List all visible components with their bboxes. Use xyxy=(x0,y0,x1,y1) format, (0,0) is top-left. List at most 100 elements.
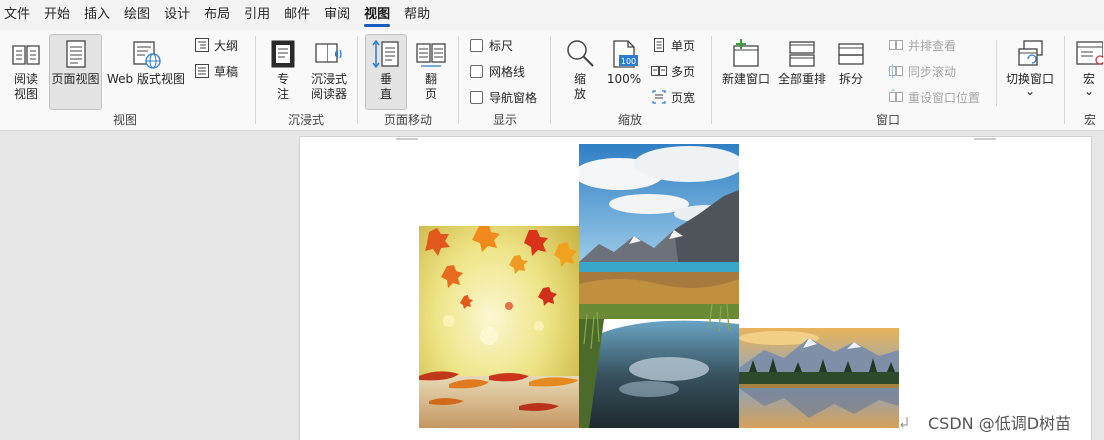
reset-window-position-button[interactable]: 重设窗口位置 xyxy=(888,86,980,108)
macros-icon xyxy=(1076,41,1103,65)
page-width-button[interactable]: 页宽 xyxy=(651,86,695,108)
arrange-all-label: 全部重排 xyxy=(777,72,826,86)
zoom-100-button[interactable]: 100 100% xyxy=(603,34,645,110)
magnifier-icon xyxy=(567,40,594,67)
ribbon: 阅读 视图 页面视图 Web 版式视图 大纲 草稿 视图 专 注 沉浸式 阅读器… xyxy=(0,30,1104,131)
vertical-scroll-icon xyxy=(372,39,399,69)
crop-mark xyxy=(974,138,996,140)
separator xyxy=(357,36,358,124)
menu-insert[interactable]: 插入 xyxy=(77,0,117,30)
book-icon xyxy=(12,45,40,65)
page-width-label: 页宽 xyxy=(671,90,696,105)
split-label: 拆分 xyxy=(838,72,863,86)
nav-pane-label: 导航窗格 xyxy=(489,90,538,105)
ruler-checkbox[interactable]: 标尺 xyxy=(470,34,513,56)
multiple-pages-icon xyxy=(651,66,667,76)
mountain-lake-graphic xyxy=(579,144,739,428)
vertical-button[interactable]: 垂 直 xyxy=(365,34,407,110)
immersive-reader-button[interactable]: 沉浸式 阅读器 xyxy=(306,34,352,110)
gridlines-checkbox[interactable]: 网格线 xyxy=(470,60,525,82)
new-window-button[interactable]: 新建窗口 xyxy=(719,34,773,110)
mountain-lake-image[interactable] xyxy=(579,144,739,428)
outline-button[interactable]: 大纲 xyxy=(194,34,238,56)
sync-scroll-icon xyxy=(889,64,903,78)
print-layout-button[interactable]: 页面视图 xyxy=(49,34,102,110)
menu-help[interactable]: 帮助 xyxy=(397,0,437,30)
menu-references[interactable]: 引用 xyxy=(237,0,277,30)
web-layout-button[interactable]: Web 版式视图 xyxy=(104,34,188,110)
separator xyxy=(550,36,551,124)
menu-file[interactable]: 文件 xyxy=(0,0,37,30)
menu-layout[interactable]: 布局 xyxy=(197,0,237,30)
reset-position-label: 重设窗口位置 xyxy=(908,90,981,105)
separator xyxy=(996,40,997,106)
macros-button[interactable]: 宏 ⌄ xyxy=(1074,34,1104,110)
page-width-icon xyxy=(652,90,666,104)
view-side-by-side-button[interactable]: 并排查看 xyxy=(888,34,956,56)
reset-position-icon xyxy=(889,89,903,102)
zoom-label: 缩 放 xyxy=(573,72,586,101)
checkbox-box[interactable] xyxy=(470,38,483,52)
one-page-label: 单页 xyxy=(671,38,696,53)
read-mode-label: 阅读 视图 xyxy=(13,72,38,101)
separator xyxy=(458,36,459,124)
menu-design[interactable]: 设计 xyxy=(157,0,197,30)
zoom-group-label: 缩放 xyxy=(617,113,642,127)
immersive-reader-icon xyxy=(315,43,342,63)
side-to-side-button[interactable]: 翻 页 xyxy=(410,34,452,110)
chevron-down-icon: ⌄ xyxy=(1083,84,1095,98)
chevron-down-icon: ⌄ xyxy=(1024,84,1036,98)
immersive-group-label: 沉浸式 xyxy=(287,113,324,127)
checkbox-box[interactable] xyxy=(470,90,483,104)
menu-mailings[interactable]: 邮件 xyxy=(277,0,317,30)
side-by-side-label: 并排查看 xyxy=(908,38,957,53)
checkbox-box[interactable] xyxy=(470,64,483,78)
arrange-all-icon xyxy=(789,41,815,67)
draft-icon xyxy=(195,64,209,78)
separator xyxy=(711,36,712,124)
focus-label: 专 注 xyxy=(276,72,289,101)
paragraph-mark-icon xyxy=(900,417,908,428)
mountain-sunset-graphic xyxy=(739,328,899,428)
immersive-reader-label: 沉浸式 阅读器 xyxy=(310,72,347,101)
macros-group-label: 宏 xyxy=(1083,113,1096,127)
zoom-button[interactable]: 缩 放 xyxy=(559,34,601,110)
new-window-icon xyxy=(733,39,759,67)
menu-draw[interactable]: 绘图 xyxy=(117,0,157,30)
read-mode-button[interactable]: 阅读 视图 xyxy=(4,34,48,110)
web-globe-icon xyxy=(133,41,161,69)
switch-windows-button[interactable]: 切换窗口 ⌄ xyxy=(1002,34,1058,110)
print-layout-label: 页面视图 xyxy=(51,72,100,86)
crop-mark xyxy=(396,138,418,140)
one-page-button[interactable]: 单页 xyxy=(651,34,695,56)
multiple-pages-button[interactable]: 多页 xyxy=(651,60,695,82)
gridlines-label: 网格线 xyxy=(489,64,526,79)
window-group-label: 窗口 xyxy=(875,113,900,127)
menu-home[interactable]: 开始 xyxy=(37,0,77,30)
mountain-sunset-image[interactable] xyxy=(739,328,899,428)
sync-scroll-label: 同步滚动 xyxy=(908,64,957,79)
autumn-leaves-graphic xyxy=(419,226,579,428)
page-movement-group-label: 页面移动 xyxy=(383,113,432,127)
draft-label: 草稿 xyxy=(214,64,239,79)
zoom-100-label: 100% xyxy=(606,72,642,86)
autumn-leaves-image[interactable] xyxy=(419,226,579,428)
zoom-100-icon-text: 100 xyxy=(621,57,636,66)
menu-view[interactable]: 视图 xyxy=(357,0,397,30)
one-page-icon xyxy=(654,38,664,52)
menu-bar: 文件 开始 插入 绘图 设计 布局 引用 邮件 审阅 视图 帮助 xyxy=(0,0,1104,30)
focus-button[interactable]: 专 注 xyxy=(262,34,304,110)
separator xyxy=(1064,36,1065,124)
page-icon xyxy=(65,40,86,68)
menu-review[interactable]: 审阅 xyxy=(317,0,357,30)
nav-pane-checkbox[interactable]: 导航窗格 xyxy=(470,86,537,108)
split-button[interactable]: 拆分 xyxy=(831,34,871,110)
side-by-side-icon xyxy=(889,40,903,50)
synchronous-scrolling-button[interactable]: 同步滚动 xyxy=(888,60,956,82)
web-layout-label: Web 版式视图 xyxy=(107,72,185,86)
draft-button[interactable]: 草稿 xyxy=(194,60,238,82)
separator xyxy=(255,36,256,124)
new-window-label: 新建窗口 xyxy=(721,72,770,86)
arrange-all-button[interactable]: 全部重排 xyxy=(775,34,829,110)
focus-icon xyxy=(271,40,295,68)
